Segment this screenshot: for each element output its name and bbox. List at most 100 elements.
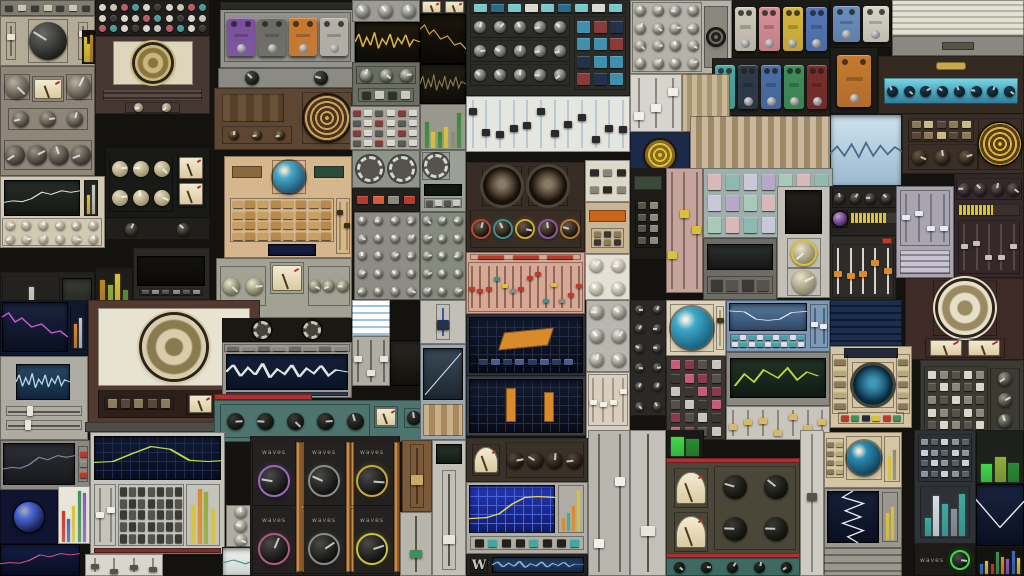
fader[interactable] <box>564 98 573 150</box>
button[interactable] <box>154 3 162 11</box>
fader[interactable] <box>744 408 753 438</box>
knob[interactable] <box>700 561 712 573</box>
knob[interactable] <box>39 220 49 230</box>
button[interactable] <box>835 469 843 474</box>
knob[interactable] <box>652 343 662 353</box>
button[interactable] <box>684 413 694 423</box>
knob[interactable] <box>634 305 644 315</box>
button[interactable] <box>921 471 929 478</box>
button[interactable] <box>941 471 949 478</box>
knob[interactable] <box>453 251 463 261</box>
button[interactable] <box>79 471 87 478</box>
button[interactable] <box>594 230 601 237</box>
button[interactable] <box>649 213 658 221</box>
pedal[interactable] <box>862 5 889 43</box>
button[interactable] <box>698 373 708 383</box>
button[interactable] <box>743 216 757 233</box>
knob[interactable] <box>1004 85 1016 97</box>
knob[interactable] <box>958 149 974 165</box>
knob[interactable] <box>652 382 662 392</box>
knob[interactable] <box>612 305 626 319</box>
pedal[interactable] <box>833 5 860 43</box>
button[interactable] <box>165 522 173 532</box>
button[interactable] <box>949 121 958 129</box>
knob[interactable] <box>407 411 421 425</box>
knob[interactable] <box>177 222 191 236</box>
fader[interactable] <box>589 376 597 424</box>
button[interactable] <box>353 120 362 126</box>
fader[interactable] <box>567 264 574 310</box>
button[interactable] <box>364 120 373 126</box>
fader[interactable] <box>650 76 661 130</box>
pedal[interactable] <box>289 18 317 56</box>
knob[interactable] <box>438 251 448 261</box>
button[interactable] <box>99 25 107 33</box>
button[interactable] <box>110 14 118 22</box>
button[interactable] <box>949 131 958 139</box>
knob[interactable] <box>634 382 644 392</box>
button[interactable] <box>152 290 160 294</box>
knob[interactable] <box>474 45 486 57</box>
knob[interactable] <box>39 111 56 127</box>
button[interactable] <box>961 449 969 456</box>
button[interactable] <box>503 359 513 365</box>
knob[interactable] <box>652 40 664 52</box>
knob[interactable] <box>514 69 526 81</box>
button[interactable] <box>245 231 256 240</box>
knob[interactable] <box>27 145 47 165</box>
button[interactable] <box>764 335 771 341</box>
knob[interactable] <box>423 251 433 261</box>
knob[interactable] <box>390 269 400 279</box>
button[interactable] <box>147 398 157 408</box>
button[interactable] <box>756 341 763 347</box>
button[interactable] <box>138 498 146 508</box>
button[interactable] <box>835 451 843 456</box>
button[interactable] <box>712 386 722 396</box>
button[interactable] <box>404 196 416 204</box>
button[interactable] <box>940 383 948 392</box>
button[interactable] <box>444 200 451 206</box>
knob[interactable] <box>635 40 647 52</box>
button[interactable] <box>577 72 591 85</box>
fader[interactable] <box>542 264 549 310</box>
button[interactable] <box>834 359 846 365</box>
button[interactable] <box>670 413 680 423</box>
knob[interactable] <box>722 517 747 541</box>
button[interactable] <box>120 534 128 544</box>
knob[interactable] <box>634 363 644 373</box>
fader[interactable] <box>939 192 948 244</box>
button[interactable] <box>174 534 182 544</box>
knob[interactable] <box>634 324 644 334</box>
knob[interactable] <box>39 234 49 244</box>
button[interactable] <box>295 210 306 219</box>
button[interactable] <box>79 450 87 457</box>
fader[interactable] <box>8 420 80 430</box>
fader[interactable] <box>526 264 533 310</box>
button[interactable] <box>372 196 384 204</box>
button[interactable] <box>132 3 140 11</box>
button[interactable] <box>928 370 936 379</box>
button[interactable] <box>388 91 397 99</box>
knob[interactable] <box>67 75 91 99</box>
knob[interactable] <box>652 5 664 17</box>
button[interactable] <box>43 5 52 11</box>
button[interactable] <box>232 200 243 209</box>
knob[interactable] <box>235 534 247 546</box>
knob[interactable] <box>687 5 699 17</box>
button[interactable] <box>764 341 771 347</box>
button[interactable] <box>609 4 623 12</box>
pedal[interactable] <box>258 18 286 56</box>
button[interactable] <box>120 498 128 508</box>
knob[interactable] <box>546 451 564 469</box>
knob[interactable] <box>29 22 67 60</box>
knob[interactable] <box>990 182 1004 196</box>
button[interactable] <box>143 3 151 11</box>
button[interactable] <box>270 221 281 230</box>
button[interactable] <box>401 91 410 99</box>
button[interactable] <box>614 230 621 237</box>
knob[interactable] <box>515 219 536 239</box>
knob[interactable] <box>781 561 793 573</box>
fader[interactable] <box>129 556 138 574</box>
button[interactable] <box>187 25 195 33</box>
big-knob[interactable] <box>356 533 388 565</box>
